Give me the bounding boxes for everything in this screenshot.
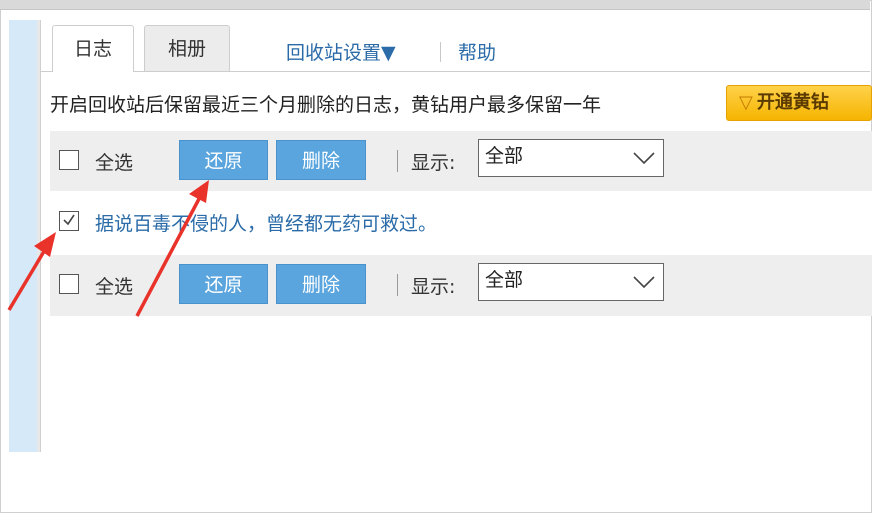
select-all-checkbox-bottom[interactable]: [59, 274, 79, 294]
show-label-bottom: 显示:: [411, 276, 456, 298]
item-checkbox[interactable]: [59, 211, 79, 231]
tab-baseline: [40, 71, 870, 72]
item-title-link[interactable]: 据说百毒不侵的人，曾经都无药可救过。: [95, 209, 437, 236]
filter-select[interactable]: 全部: [478, 139, 664, 177]
tab-diary[interactable]: 日志: [52, 25, 134, 72]
retention-notice: 开启回收站后保留最近三个月删除的日志，黄钻用户最多保留一年: [50, 94, 602, 116]
select-all-label: 全选: [95, 152, 134, 174]
toolbar-separator-bottom: [397, 274, 398, 296]
left-sidebar-strip: [9, 20, 37, 452]
filter-select-value: 全部: [485, 145, 524, 167]
left-sidebar-divider: [37, 20, 41, 452]
toolbar-top: 全选 还原 删除 显示: 全部: [50, 131, 872, 192]
toolbar-bottom: 全选 还原 删除 显示: 全部: [50, 255, 872, 316]
recycle-settings-link[interactable]: 回收站设置▼: [286, 38, 396, 65]
vip-button-label: 开通黄钻: [756, 92, 829, 113]
link-separator: [440, 42, 441, 62]
chevron-down-icon: [633, 276, 655, 289]
open-yellow-diamond-button[interactable]: ▽ 开通黄钻: [726, 85, 872, 121]
toolbar-separator: [397, 150, 398, 172]
restore-button-bottom[interactable]: 还原: [179, 264, 268, 304]
delete-button[interactable]: 删除: [276, 140, 366, 180]
select-all-label-bottom: 全选: [95, 276, 134, 298]
tab-album[interactable]: 相册: [144, 25, 230, 72]
help-link[interactable]: 帮助: [458, 38, 496, 65]
list-item: 据说百毒不侵的人，曾经都无药可救过。: [50, 191, 872, 255]
show-label: 显示:: [411, 152, 456, 174]
filter-select-value-bottom: 全部: [485, 269, 524, 291]
select-all-checkbox[interactable]: [59, 150, 79, 170]
delete-button-bottom[interactable]: 删除: [276, 264, 366, 304]
chevron-down-icon: [633, 152, 655, 165]
checkmark-icon: [63, 214, 75, 226]
diamond-icon: ▽: [739, 92, 753, 113]
restore-button[interactable]: 还原: [179, 140, 268, 180]
filter-select-bottom[interactable]: 全部: [478, 263, 664, 301]
top-strip: [0, 0, 870, 10]
tab-baseline-gap: [53, 71, 133, 72]
